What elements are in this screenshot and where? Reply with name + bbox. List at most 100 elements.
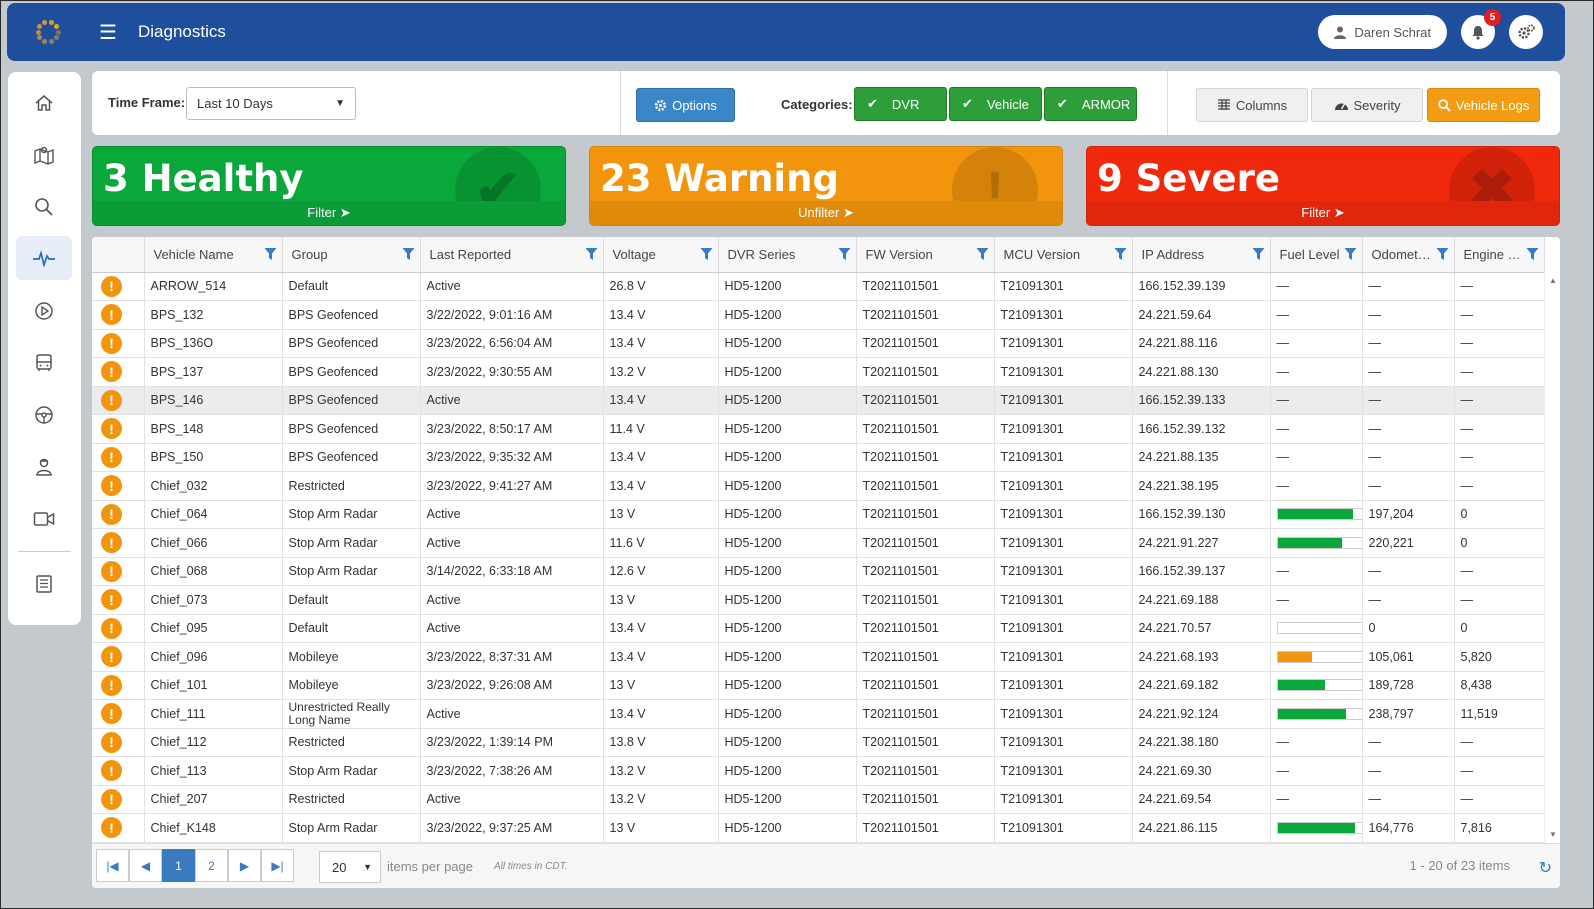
- table-row[interactable]: ! Chief_073 Default Active 13 V HD5-1200 T2021…: [92, 585, 1545, 615]
- last-page-button[interactable]: ▶|: [261, 849, 294, 882]
- page-2-button[interactable]: 2: [195, 849, 228, 882]
- category-dvr-toggle[interactable]: ✔ DVR: [854, 87, 947, 121]
- filter-funnel-icon[interactable]: [1344, 247, 1357, 261]
- cell-group: Stop Arm Radar: [282, 528, 421, 558]
- filter-funnel-icon[interactable]: [700, 247, 713, 261]
- scroll-up-arrow-icon[interactable]: ▲: [1549, 276, 1557, 285]
- vehicle-logs-button[interactable]: Vehicle Logs: [1427, 88, 1540, 122]
- column-header[interactable]: Fuel Level: [1270, 237, 1363, 273]
- timeframe-select[interactable]: Last 10 Days ▼: [186, 87, 356, 120]
- cell-fw: T2021101501: [856, 414, 995, 444]
- table-row[interactable]: ! Chief_068 Stop Arm Radar 3/14/2022, 6:33:…: [92, 557, 1545, 586]
- sidebar-item-vehicles[interactable]: [16, 341, 72, 385]
- logo-icon[interactable]: [33, 17, 63, 47]
- fuel-level-fill: [1277, 708, 1347, 719]
- severe-status-card[interactable]: 9 Severe ✖ Filter ➤: [1086, 146, 1560, 226]
- hamburger-menu-icon[interactable]: ☰: [98, 20, 118, 45]
- filter-funnel-icon[interactable]: [1526, 247, 1539, 261]
- filter-funnel-icon[interactable]: [585, 247, 598, 261]
- column-header[interactable]: Engine …: [1454, 237, 1545, 273]
- sidebar-item-video[interactable]: [16, 497, 72, 541]
- filter-funnel-icon[interactable]: [402, 247, 415, 261]
- options-button[interactable]: Options: [636, 88, 735, 122]
- table-row[interactable]: ! Chief_101 Mobileye 3/23/2022, 9:26:08 AM 1…: [92, 671, 1545, 700]
- sidebar-item-playback[interactable]: [16, 289, 72, 333]
- cell-dvr: HD5-1200: [718, 585, 857, 615]
- next-page-button[interactable]: ▶: [228, 849, 261, 882]
- column-header[interactable]: DVR Series: [718, 237, 857, 273]
- table-row[interactable]: ! BPS_136O BPS Geofenced 3/23/2022, 6:56:04…: [92, 329, 1545, 358]
- filter-funnel-icon[interactable]: [1436, 247, 1449, 261]
- sidebar-item-reports[interactable]: [16, 562, 72, 606]
- filter-funnel-icon[interactable]: [1252, 247, 1265, 261]
- sidebar-item-students[interactable]: [16, 445, 72, 489]
- table-row[interactable]: ! Chief_207 Restricted Active 13.2 V HD5-1200…: [92, 785, 1545, 814]
- columns-icon: [1217, 99, 1230, 110]
- table-row[interactable]: ! BPS_137 BPS Geofenced 3/23/2022, 9:30:55 …: [92, 357, 1545, 387]
- column-header[interactable]: Last Reported: [420, 237, 604, 273]
- column-header[interactable]: FW Version: [856, 237, 995, 273]
- warning-unfilter-link[interactable]: Unfilter ➤: [590, 201, 1062, 225]
- table-row[interactable]: ! BPS_132 BPS Geofenced 3/22/2022, 9:01:16 …: [92, 300, 1545, 330]
- sidebar-item-home[interactable]: [16, 81, 72, 125]
- cell-group: Stop Arm Radar: [282, 756, 421, 786]
- report-icon: [36, 575, 52, 593]
- cell-volt: 13.4 V: [603, 443, 719, 472]
- severity-button[interactable]: Severity: [1311, 88, 1423, 122]
- column-header[interactable]: Voltage: [603, 237, 719, 273]
- table-row[interactable]: ! Chief_112 Restricted 3/23/2022, 1:39:14 P…: [92, 728, 1545, 757]
- cell-fw: T2021101501: [856, 585, 995, 615]
- page-size-select[interactable]: 20 ▼: [319, 851, 381, 883]
- warning-status-card[interactable]: 23 Warning ! Unfilter ➤: [589, 146, 1063, 226]
- table-row[interactable]: ! BPS_150 BPS Geofenced 3/23/2022, 9:35:32 …: [92, 443, 1545, 472]
- category-vehicle-toggle[interactable]: ✔ Vehicle: [949, 87, 1042, 121]
- notifications-button[interactable]: 5: [1461, 9, 1501, 49]
- scroll-down-arrow-icon[interactable]: ▼: [1549, 830, 1557, 839]
- refresh-icon[interactable]: ↻: [1539, 858, 1552, 878]
- table-row[interactable]: ! Chief_096 Mobileye 3/23/2022, 8:37:31 AM 1…: [92, 642, 1545, 672]
- table-row[interactable]: ! Chief_113 Stop Arm Radar 3/23/2022, 7:38:…: [92, 756, 1545, 786]
- column-header[interactable]: IP Address: [1132, 237, 1271, 273]
- table-row[interactable]: ! Chief_111 Unrestricted Really Long Name A…: [92, 699, 1545, 729]
- table-row[interactable]: ! Chief_032 Restricted 3/23/2022, 9:41:27 A…: [92, 471, 1545, 501]
- previous-page-button[interactable]: ◀: [129, 849, 162, 882]
- sidebar-item-map[interactable]: [16, 133, 72, 177]
- columns-button[interactable]: Columns: [1196, 88, 1308, 122]
- table-row[interactable]: ! Chief_066 Stop Arm Radar Active 11.6 V HD5-…: [92, 528, 1545, 558]
- column-header[interactable]: Vehicle Name: [144, 237, 283, 273]
- column-header-label: DVR Series: [727, 246, 796, 262]
- cell-group: Stop Arm Radar: [282, 557, 421, 586]
- table-row[interactable]: ! ARROW_514 Default Active 26.8 V HD5-1200 T20…: [92, 272, 1545, 301]
- category-armor-toggle[interactable]: ✔ ARMOR: [1044, 87, 1137, 121]
- user-menu-button[interactable]: Daren Schrat: [1318, 15, 1447, 49]
- table-row[interactable]: ! Chief_K148 Stop Arm Radar 3/23/2022, 9:37…: [92, 813, 1545, 843]
- cell-group: Unrestricted Really Long Name: [282, 699, 421, 729]
- table-row[interactable]: ! BPS_146 BPS Geofenced Active 13.4 V HD5-120…: [92, 386, 1545, 415]
- table-row[interactable]: ! BPS_148 BPS Geofenced 3/23/2022, 8:50:17 …: [92, 414, 1545, 444]
- severity-cell: !: [92, 414, 145, 444]
- vertical-scrollbar[interactable]: ▲ ▼: [1544, 272, 1560, 843]
- first-page-button[interactable]: |◀: [96, 849, 129, 882]
- sidebar-item-diagnostics[interactable]: [16, 236, 72, 280]
- cell-group: Stop Arm Radar: [282, 813, 421, 843]
- filter-funnel-icon[interactable]: [264, 247, 277, 261]
- filter-funnel-icon[interactable]: [976, 247, 989, 261]
- table-row[interactable]: ! Chief_064 Stop Arm Radar Active 13 V HD5-12…: [92, 500, 1545, 529]
- page-1-button[interactable]: 1: [162, 849, 195, 882]
- healthy-filter-link[interactable]: Filter ➤: [93, 201, 565, 225]
- column-header[interactable]: MCU Version: [994, 237, 1133, 273]
- logo-dot: [37, 23, 43, 29]
- sidebar-item-search[interactable]: [16, 185, 72, 229]
- column-header[interactable]: Group: [282, 237, 421, 273]
- healthy-status-card[interactable]: 3 Healthy ✔ Filter ➤: [92, 146, 566, 226]
- column-header[interactable]: Odomet…: [1362, 237, 1455, 273]
- table-row[interactable]: ! Chief_095 Default Active 13.4 V HD5-1200 T20…: [92, 614, 1545, 643]
- severe-filter-link[interactable]: Filter ➤: [1087, 201, 1559, 225]
- cell-fw: T2021101501: [856, 357, 995, 387]
- settings-button[interactable]: [1509, 15, 1543, 49]
- sidebar-item-drivers[interactable]: [16, 393, 72, 437]
- filter-funnel-icon[interactable]: [1114, 247, 1127, 261]
- cell-eng: 8,438: [1454, 671, 1545, 700]
- cell-dvr: HD5-1200: [718, 671, 857, 700]
- filter-funnel-icon[interactable]: [838, 247, 851, 261]
